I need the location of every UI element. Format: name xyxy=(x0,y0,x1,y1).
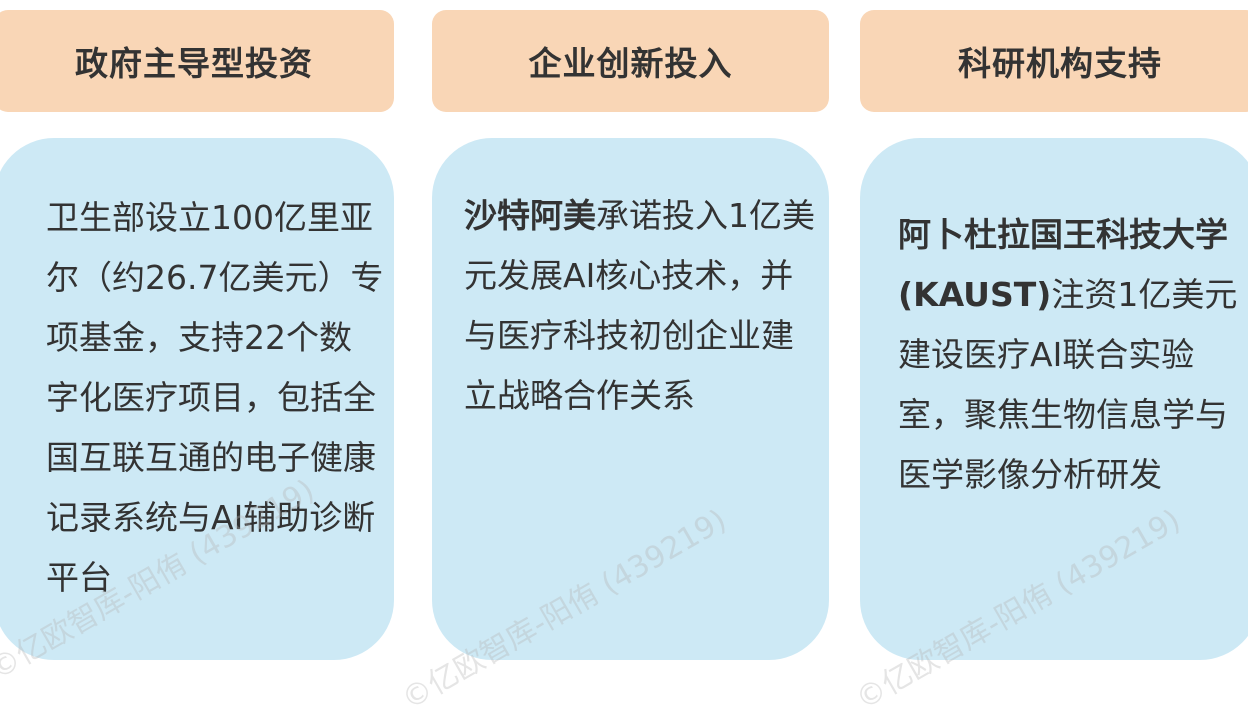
header-government-investment: 政府主导型投资 xyxy=(0,10,394,112)
card-enterprise-innovation: 沙特阿美承诺投入1亿美元发展AI核心技术，并与医疗科技初创企业建立战略合作关系 xyxy=(432,138,829,660)
card-research-support: 阿卜杜拉国王科技大学(KAUST)注资1亿美元建设医疗AI联合实验室，聚焦生物信… xyxy=(860,138,1248,660)
card-bold-text: 沙特阿美 xyxy=(464,196,596,235)
card-body-text: 卫生部设立100亿里亚尔（约26.7亿美元）专项基金，支持22个数字化医疗项目，… xyxy=(46,198,384,597)
header-research-support: 科研机构支持 xyxy=(860,10,1248,112)
header-enterprise-innovation: 企业创新投入 xyxy=(432,10,829,112)
card-government-investment: 卫生部设立100亿里亚尔（约26.7亿美元）专项基金，支持22个数字化医疗项目，… xyxy=(0,138,394,660)
